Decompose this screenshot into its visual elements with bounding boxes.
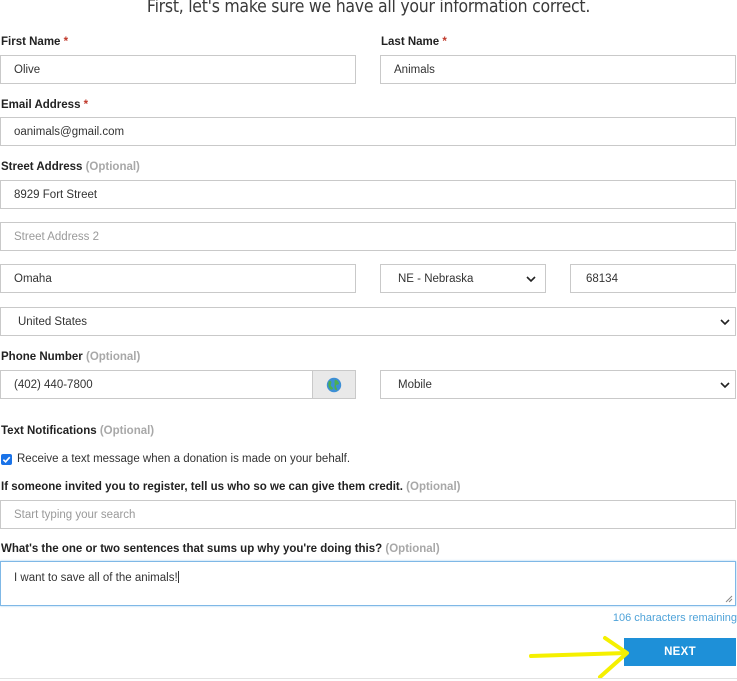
street-address-label-text: Street Address bbox=[1, 161, 83, 173]
globe-icon bbox=[326, 377, 342, 392]
divider bbox=[0, 678, 737, 679]
last-name-label: Last Name * bbox=[381, 36, 447, 48]
phone-value: (402) 440-7800 bbox=[14, 378, 93, 391]
chevron-down-icon bbox=[720, 318, 730, 325]
state-value: NE - Nebraska bbox=[398, 272, 474, 285]
first-name-value: Olive bbox=[14, 63, 41, 76]
required-marker: * bbox=[442, 36, 447, 48]
why-value: I want to save all of the animals! bbox=[14, 572, 178, 584]
street-address-2-input[interactable]: Street Address 2 bbox=[0, 222, 736, 251]
checkmark-icon bbox=[2, 456, 11, 464]
city-value: Omaha bbox=[14, 272, 52, 285]
chevron-down-icon bbox=[526, 275, 536, 282]
annotation-arrow-icon bbox=[529, 636, 629, 679]
country-value: United States bbox=[18, 315, 88, 328]
street-address-2-placeholder: Street Address 2 bbox=[14, 230, 100, 243]
country-select[interactable]: United States bbox=[0, 307, 736, 336]
optional-marker: (Optional) bbox=[99, 425, 155, 437]
next-button[interactable]: NEXT bbox=[624, 638, 736, 666]
first-name-label-text: First Name bbox=[1, 36, 61, 48]
optional-marker: (Optional) bbox=[85, 161, 140, 173]
referral-search-input[interactable]: Start typing your search bbox=[0, 500, 736, 529]
last-name-input[interactable]: Animals bbox=[380, 55, 736, 84]
email-input[interactable]: oanimals@gmail.com bbox=[0, 117, 736, 146]
required-marker: * bbox=[83, 99, 89, 111]
zip-value: 68134 bbox=[586, 272, 618, 285]
country-code-button[interactable] bbox=[313, 370, 356, 399]
characters-remaining: 106 characters remaining bbox=[612, 612, 737, 624]
last-name-value: Animals bbox=[394, 63, 435, 76]
street-address-1-input[interactable]: 8929 Fort Street bbox=[0, 180, 736, 209]
why-textarea[interactable]: I want to save all of the animals! bbox=[0, 561, 736, 606]
why-label-text: What's the one or two sentences that sum… bbox=[1, 543, 383, 555]
text-notifications-checkbox[interactable] bbox=[1, 454, 12, 465]
required-marker: * bbox=[63, 36, 69, 48]
phone-label-text: Phone Number bbox=[1, 351, 83, 363]
referral-label: If someone invited you to register, tell… bbox=[1, 481, 460, 493]
page-title: First, let's make sure we have all your … bbox=[146, 0, 591, 17]
why-label: What's the one or two sentences that sum… bbox=[1, 543, 440, 555]
email-label-text: Email Address bbox=[1, 99, 81, 111]
city-input[interactable]: Omaha bbox=[0, 264, 356, 293]
text-cursor bbox=[177, 571, 179, 583]
referral-label-text: If someone invited you to register, tell… bbox=[1, 481, 403, 493]
phone-type-value: Mobile bbox=[398, 378, 432, 391]
optional-marker: (Optional) bbox=[406, 481, 461, 493]
street-address-1-value: 8929 Fort Street bbox=[14, 188, 98, 201]
chevron-down-icon bbox=[720, 381, 730, 388]
optional-marker: (Optional) bbox=[385, 543, 440, 555]
zip-input[interactable]: 68134 bbox=[570, 264, 736, 293]
text-notifications-checkbox-label[interactable]: Receive a text message when a donation i… bbox=[17, 453, 350, 465]
phone-input[interactable]: (402) 440-7800 bbox=[0, 370, 313, 399]
resize-handle-icon[interactable] bbox=[725, 595, 733, 603]
street-address-label: Street Address (Optional) bbox=[1, 161, 140, 173]
optional-marker: (Optional) bbox=[86, 351, 141, 363]
last-name-label-text: Last Name bbox=[381, 36, 440, 48]
email-label: Email Address * bbox=[1, 99, 88, 111]
email-value: oanimals@gmail.com bbox=[14, 125, 125, 138]
phone-label: Phone Number (Optional) bbox=[1, 351, 140, 363]
text-notifications-label-text: Text Notifications bbox=[1, 425, 97, 437]
state-select[interactable]: NE - Nebraska bbox=[380, 264, 546, 293]
text-notifications-label: Text Notifications (Optional) bbox=[1, 425, 154, 437]
first-name-label: First Name * bbox=[1, 36, 68, 48]
phone-type-select[interactable]: Mobile bbox=[380, 370, 736, 399]
referral-search-placeholder: Start typing your search bbox=[14, 508, 136, 521]
first-name-input[interactable]: Olive bbox=[0, 55, 356, 84]
